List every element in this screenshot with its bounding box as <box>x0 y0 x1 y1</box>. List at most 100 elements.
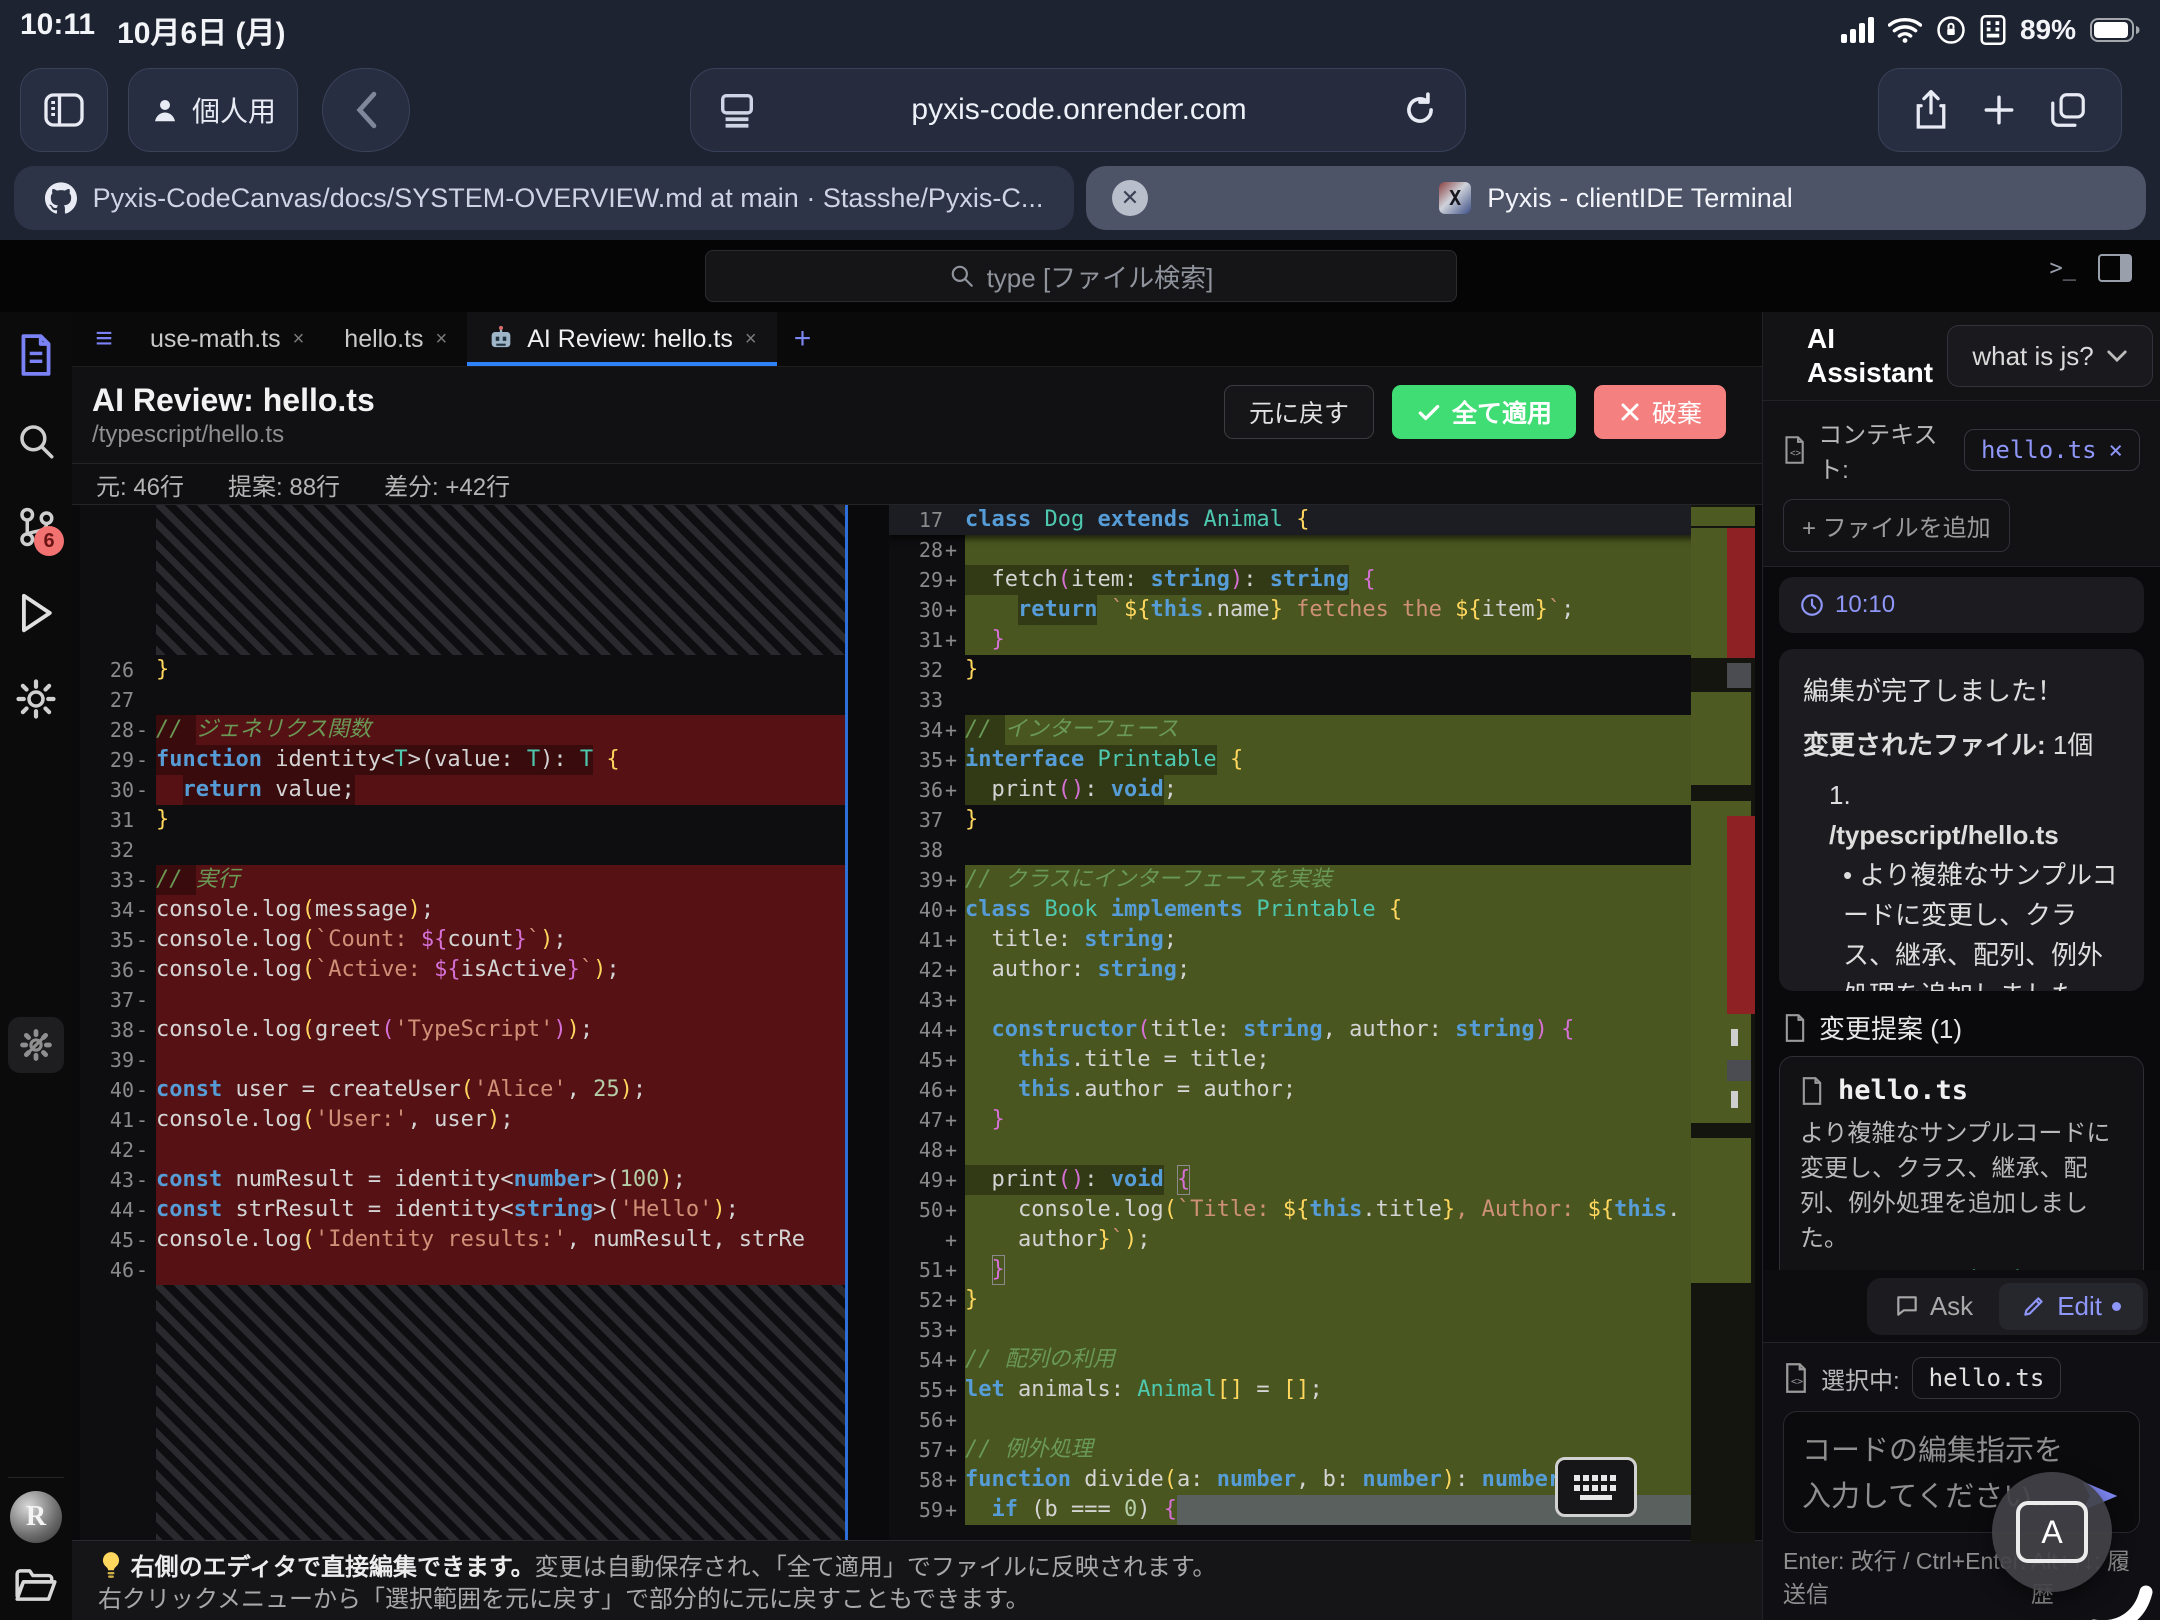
proposed-code-line-17[interactable]: 17class Dog extends Animal { <box>889 505 1755 535</box>
browser-tab-background[interactable]: Pyxis-CodeCanvas/docs/SYSTEM-OVERVIEW.md… <box>14 166 1074 230</box>
original-code-line-35[interactable]: 35-console.log(`Count: ${count}`); <box>80 925 845 955</box>
back-button[interactable] <box>322 68 410 152</box>
context-file-chip[interactable]: hello.ts× <box>1964 429 2140 471</box>
proposed-code-line-28[interactable]: 28+ <box>889 535 1755 565</box>
open-folder-button[interactable] <box>0 1550 72 1620</box>
proposed-code-line-39[interactable]: 39+// クラスにインターフェースを実装 <box>889 865 1755 895</box>
user-avatar[interactable]: R <box>0 1484 72 1550</box>
proposed-code-line-32[interactable]: 32} <box>889 655 1755 685</box>
original-code-line-42[interactable]: 42- <box>80 1135 845 1165</box>
proposed-code-line-29[interactable]: 29+ fetch(item: string): string { <box>889 565 1755 595</box>
original-code-line-31[interactable]: 31} <box>80 805 845 835</box>
panel-toggle-icon[interactable] <box>2098 254 2132 282</box>
proposed-code-line-52[interactable]: 52+} <box>889 1285 1755 1315</box>
proposed-code-line-56[interactable]: 56+ <box>889 1405 1755 1435</box>
proposed-code-line-49[interactable]: 49+ print(): void { <box>889 1165 1755 1195</box>
original-code-line-46[interactable]: 46- <box>80 1255 845 1285</box>
mode-ask-button[interactable]: Ask <box>1872 1283 1995 1330</box>
editor-tab-use-math-ts[interactable]: use-math.ts× <box>130 312 324 366</box>
proposed-code-line-46[interactable]: 46+ this.author = author; <box>889 1075 1755 1105</box>
sidebar-toggle-button[interactable] <box>20 68 108 152</box>
tab-close-icon[interactable]: ✕ <box>1112 180 1148 216</box>
terminal-toggle-icon[interactable]: >_ <box>2050 256 2077 281</box>
url-bar[interactable]: pyxis-code.onrender.com <box>690 68 1466 152</box>
proposed-code-line-38[interactable]: 38 <box>889 835 1755 865</box>
reader-icon[interactable] <box>717 90 757 130</box>
original-code-line-37[interactable]: 37- <box>80 985 845 1015</box>
proposed-code-line-45[interactable]: 45+ this.title = title; <box>889 1045 1755 1075</box>
proposed-code-line-55[interactable]: 55+let animals: Animal[] = []; <box>889 1375 1755 1405</box>
sidebar-item-run[interactable] <box>0 570 72 656</box>
proposed-code-line-31[interactable]: 31+ } <box>889 625 1755 655</box>
sidebar-item-files[interactable] <box>0 312 72 398</box>
diff-divider[interactable] <box>845 505 848 1543</box>
original-code-line-41[interactable]: 41-console.log('User:', user); <box>80 1105 845 1135</box>
original-code-line-30[interactable]: 30- return value; <box>80 775 845 805</box>
tab-close-icon[interactable]: × <box>745 328 757 351</box>
mode-edit-button[interactable]: Edit <box>1999 1283 2143 1330</box>
proposed-code-line-30[interactable]: 30+ return `${this.name} fetches the ${i… <box>889 595 1755 625</box>
proposed-code-line-35[interactable]: 35+interface Printable { <box>889 745 1755 775</box>
proposed-code-line-53[interactable]: 53+ <box>889 1315 1755 1345</box>
proposed-code-line-36[interactable]: 36+ print(): void; <box>889 775 1755 805</box>
proposed-code-line-54[interactable]: 54+// 配列の利用 <box>889 1345 1755 1375</box>
original-code-line-43[interactable]: 43-const numResult = identity<number>(10… <box>80 1165 845 1195</box>
original-code-line-29[interactable]: 29-function identity<T>(value: T): T { <box>80 745 845 775</box>
proposed-code-line-37[interactable]: 37} <box>889 805 1755 835</box>
tabs-icon[interactable] <box>2050 92 2086 128</box>
minimap[interactable] <box>1691 505 1755 1543</box>
new-tab-icon[interactable] <box>1982 93 2016 127</box>
diff-pane-original[interactable]: 26}2728-// ジェネリクス関数29-function identity<… <box>80 505 845 1543</box>
original-code-line-28[interactable]: 28-// ジェネリクス関数 <box>80 715 845 745</box>
proposed-code-line-41[interactable]: 41+ title: string; <box>889 925 1755 955</box>
sidebar-item-search[interactable] <box>0 398 72 484</box>
editor-tab-hello-ts[interactable]: hello.ts× <box>324 312 467 366</box>
editor-tab-ai-review-hello-ts[interactable]: AI Review: hello.ts× <box>467 312 776 366</box>
proposed-code-line-43[interactable]: 43+ <box>889 985 1755 1015</box>
original-code-line-32[interactable]: 32 <box>80 835 845 865</box>
proposed-code-line-48[interactable]: 48+ <box>889 1135 1755 1165</box>
sidebar-item-settings[interactable] <box>0 656 72 742</box>
original-code-line-26[interactable]: 26} <box>80 655 845 685</box>
proposed-code-line-50[interactable]: 50+ console.log(`Title: ${this.title}, A… <box>889 1195 1755 1225</box>
original-code-line-36[interactable]: 36-console.log(`Active: ${isActive}`); <box>80 955 845 985</box>
proposed-code-line-44[interactable]: 44+ constructor(title: string, author: s… <box>889 1015 1755 1045</box>
selected-file-chip[interactable]: hello.ts <box>1912 1357 2062 1399</box>
conversation-selector[interactable]: what is js? <box>1947 325 2153 387</box>
browser-tab-active[interactable]: ✕ X Pyxis - clientIDE Terminal <box>1086 166 2146 230</box>
proposed-code-line-34[interactable]: 34+// インターフェース <box>889 715 1755 745</box>
reload-icon[interactable] <box>1401 91 1439 129</box>
proposed-code-line-wrap[interactable]: + author}`); <box>889 1225 1755 1255</box>
sidebar-item-source-control[interactable]: 6 <box>0 484 72 570</box>
proposed-code-line-47[interactable]: 47+ } <box>889 1105 1755 1135</box>
apply-all-button[interactable]: 全て適用 <box>1392 385 1576 439</box>
original-code-line-33[interactable]: 33-// 実行 <box>80 865 845 895</box>
sidebar-item-operations[interactable] <box>0 1002 72 1088</box>
diff-pane-proposed[interactable]: 17class Dog extends Animal {28+29+ fetch… <box>889 505 1755 1543</box>
original-code-line-40[interactable]: 40-const user = createUser('Alice', 25); <box>80 1075 845 1105</box>
tab-close-icon[interactable]: × <box>293 328 305 351</box>
file-search-input[interactable]: type [ファイル検索] <box>705 250 1457 302</box>
original-code-line-34[interactable]: 34-console.log(message); <box>80 895 845 925</box>
tab-close-icon[interactable]: × <box>436 328 448 351</box>
share-icon[interactable] <box>1914 90 1948 130</box>
original-code-line-27[interactable]: 27 <box>80 685 845 715</box>
revert-button[interactable]: 元に戻す <box>1224 385 1374 439</box>
original-code-line-45[interactable]: 45-console.log('Identity results:', numR… <box>80 1225 845 1255</box>
discard-button[interactable]: 破棄 <box>1594 385 1726 439</box>
profile-button[interactable]: 個人用 <box>128 68 298 152</box>
proposed-code-line-42[interactable]: 42+ author: string; <box>889 955 1755 985</box>
code-text <box>156 685 845 715</box>
original-code-line-38[interactable]: 38-console.log(greet('TypeScript')); <box>80 1015 845 1045</box>
proposed-code-line-40[interactable]: 40+class Book implements Printable { <box>889 895 1755 925</box>
original-code-line-39[interactable]: 39- <box>80 1045 845 1075</box>
proposed-code-line-51[interactable]: 51+ } <box>889 1255 1755 1285</box>
chip-close-icon[interactable]: × <box>2109 436 2123 464</box>
proposed-code-line-33[interactable]: 33 <box>889 685 1755 715</box>
original-code-line-44[interactable]: 44-const strResult = identity<string>('H… <box>80 1195 845 1225</box>
editor-menu-button[interactable]: ≡ <box>82 312 126 366</box>
new-editor-tab-button[interactable]: + <box>781 312 825 366</box>
add-file-button[interactable]: + ファイルを追加 <box>1783 499 2010 552</box>
chat-area[interactable]: 10:10 編集が完了しました！ 変更されたファイル: 1個 1. /types… <box>1763 567 2160 1270</box>
keyboard-toggle-button[interactable] <box>1555 1457 1637 1517</box>
